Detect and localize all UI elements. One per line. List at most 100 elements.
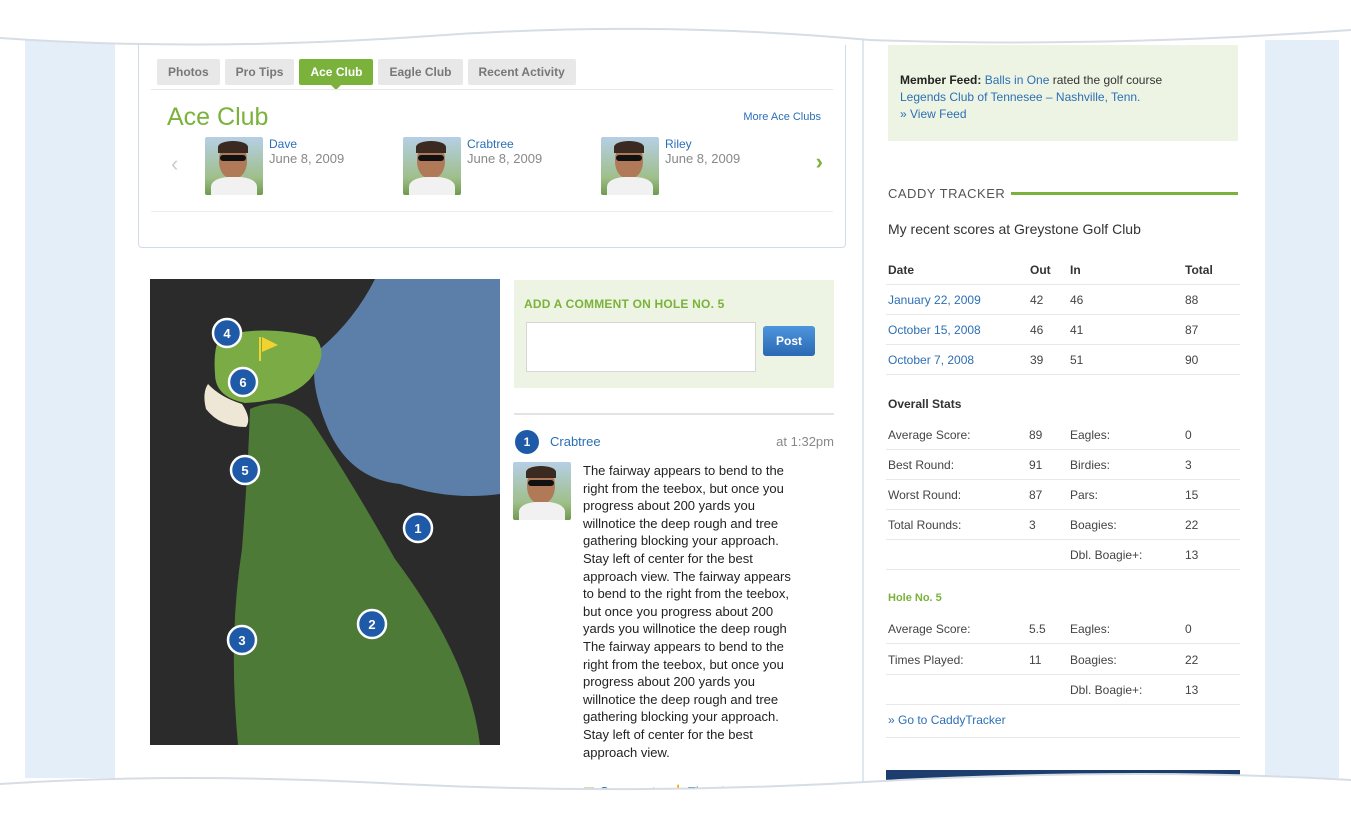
marker-4[interactable]: 4 <box>211 317 243 349</box>
stat-label: Dbl. Boagie+: <box>1070 683 1143 697</box>
card-divider <box>151 211 833 212</box>
svg-text:2: 2 <box>368 617 375 632</box>
left-backdrop <box>25 40 115 778</box>
speech-bubble-icon: ▣ <box>583 784 596 799</box>
member-date: June 8, 2009 <box>665 151 741 166</box>
comment-input[interactable] <box>526 322 756 372</box>
ace-member[interactable]: Crabtree June 8, 2009 <box>403 137 542 195</box>
ace-club-title: Ace Club <box>167 103 269 131</box>
pin-icon <box>448 13 463 29</box>
right-backdrop <box>1253 40 1339 778</box>
stat-value: 91 <box>1029 458 1043 472</box>
member-name[interactable]: Riley <box>665 137 740 151</box>
tee-black: 433 yds <box>386 13 441 29</box>
par-text: Par 4 <box>308 15 335 27</box>
thumbs-up-action[interactable]: ☝ Thumbs Up <box>668 784 755 800</box>
comment-line: willnotice the deep rough and tree <box>583 691 779 707</box>
carousel-next-icon[interactable]: › <box>816 149 823 175</box>
feed-user-link[interactable]: Balls in One <box>985 73 1050 87</box>
score-date-link[interactable]: October 15, 2008 <box>888 323 981 337</box>
hole-header: No. 5 Par 4 Hcp 16 433 yds 404 yds 382 y… <box>230 6 626 36</box>
thumbs-up-link[interactable]: Thumbs Up <box>688 784 755 799</box>
stats-row: Average Score: 89 Eagles: 0 <box>886 420 1240 450</box>
stat-value: 22 <box>1185 653 1199 667</box>
table-row: October 7, 2008 39 51 90 <box>886 345 1240 375</box>
comment-line: Stay left of center for the best <box>583 550 753 566</box>
go-to-caddytracker-link[interactable]: » Go to CaddyTracker <box>888 713 1006 727</box>
marker-3[interactable]: 3 <box>226 624 258 656</box>
member-name[interactable]: Crabtree <box>467 137 542 151</box>
score-date-link[interactable]: October 7, 2008 <box>888 353 974 367</box>
stat-label: Best Round: <box>888 458 955 472</box>
stat-value: 11 <box>1029 653 1042 667</box>
avatar <box>601 137 659 195</box>
feed-label: Member Feed: <box>900 73 982 87</box>
thumbs-up-icon: ☝ <box>667 784 684 799</box>
stat-label: Eagles: <box>1070 428 1111 442</box>
comment-form-title: ADD A COMMENT ON HOLE NO. 5 <box>524 297 725 311</box>
comment-avatar <box>513 462 571 520</box>
carousel-prev-icon[interactable]: ‹ <box>171 151 178 177</box>
tab-photos[interactable]: Photos <box>157 59 220 85</box>
score-in: 41 <box>1070 323 1084 337</box>
comment-line: to bend to the right from the teebox, <box>583 586 789 602</box>
svg-text:4: 4 <box>223 326 231 341</box>
comment-link[interactable]: Comment <box>599 784 655 799</box>
stat-value: 87 <box>1029 488 1043 502</box>
feed-action: rated the golf course <box>1052 73 1163 87</box>
stats-row: Total Rounds: 3 Boagies: 22 <box>886 510 1240 540</box>
tab-ace-club[interactable]: Ace Club <box>299 59 374 90</box>
stat-value: 3 <box>1185 458 1192 472</box>
tab-recent-activity[interactable]: Recent Activity <box>467 59 576 85</box>
more-ace-clubs-link[interactable]: More Ace Clubs <box>743 111 821 123</box>
view-feed-link[interactable]: » View Feed <box>900 107 967 121</box>
member-date: June 8, 2009 <box>269 151 345 166</box>
post-button[interactable]: Post <box>763 326 815 356</box>
comment-action[interactable]: ▣ Comment <box>583 784 656 800</box>
tabs-divider <box>151 89 833 90</box>
stat-value: 89 <box>1029 428 1043 442</box>
marker-1[interactable]: 1 <box>402 512 434 544</box>
comment-line: but once you progress about 200 <box>583 603 774 619</box>
score-out: 46 <box>1030 323 1044 337</box>
feed-course-link[interactable]: Legends Club of Tennesee – Nashville, Te… <box>900 90 1140 104</box>
svg-text:1: 1 <box>414 521 421 536</box>
stats-row: Worst Round: 87 Pars: 15 <box>886 480 1240 510</box>
stat-label: Average Score: <box>888 428 971 442</box>
tab-pro-tips[interactable]: Pro Tips <box>224 59 295 85</box>
comment-line: The fairway appears to bend to the <box>583 463 784 478</box>
score-date-link[interactable]: January 22, 2009 <box>888 293 981 307</box>
score-in: 46 <box>1070 293 1084 307</box>
comment-author[interactable]: Crabtree <box>550 434 601 449</box>
stat-label: Birdies: <box>1070 458 1111 472</box>
comment-form: ADD A COMMENT ON HOLE NO. 5 Post <box>514 280 834 388</box>
comment-line: right from the teebox, but once you <box>583 656 784 672</box>
comment-line: approach view. The fairway appears <box>583 568 791 584</box>
comment-time: at 1:32pm <box>776 434 834 449</box>
stats-row: Average Score: 5.5 Eagles: 0 <box>886 614 1240 644</box>
stat-value: 3 <box>1029 518 1036 532</box>
scores-header-row: Date Out In Total <box>886 255 1240 285</box>
col-in: In <box>1070 263 1081 277</box>
ace-member[interactable]: Riley June 8, 2009 <box>601 137 740 195</box>
member-name[interactable]: Dave <box>269 137 344 151</box>
marker-2[interactable]: 2 <box>356 608 388 640</box>
col-total: Total <box>1185 263 1213 277</box>
comment-line: approach view. <box>583 744 670 760</box>
ace-member[interactable]: Dave June 8, 2009 <box>205 137 344 195</box>
tee-white: 382 yds <box>510 13 564 29</box>
table-row: October 15, 2008 46 41 87 <box>886 315 1240 345</box>
member-feed-text: Member Feed: Balls in One rated the golf… <box>900 72 1230 123</box>
pin-icon <box>510 13 525 29</box>
stat-label: Dbl. Boagie+: <box>1070 548 1143 562</box>
stat-value: 5.5 <box>1029 622 1046 636</box>
col-out: Out <box>1030 263 1051 277</box>
col-date: Date <box>888 263 915 277</box>
marker-6[interactable]: 6 <box>227 366 259 398</box>
stat-label: Boagies: <box>1070 518 1117 532</box>
overall-stats-title: Overall Stats <box>888 397 962 411</box>
marker-5[interactable]: 5 <box>229 454 261 486</box>
stat-label: Boagies: <box>1070 653 1117 667</box>
score-in: 51 <box>1070 353 1084 367</box>
tab-eagle-club[interactable]: Eagle Club <box>378 59 463 85</box>
